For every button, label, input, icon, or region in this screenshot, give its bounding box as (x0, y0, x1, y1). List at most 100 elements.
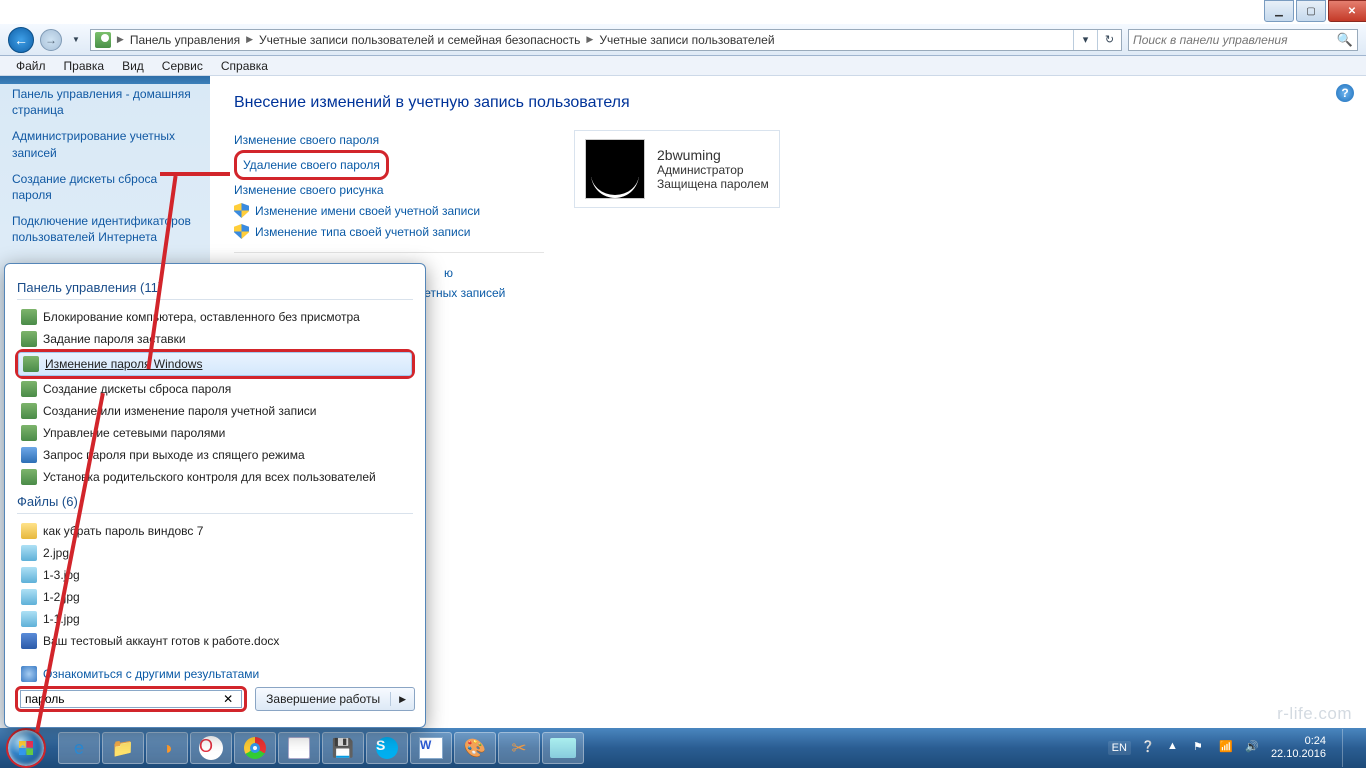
sm-item[interactable]: Управление сетевыми паролями (17, 422, 413, 444)
taskbar-opera[interactable]: O (190, 732, 232, 764)
forward-button[interactable]: → (40, 29, 62, 51)
search-input[interactable] (1133, 33, 1333, 47)
power-icon (21, 447, 37, 463)
control-icon (21, 381, 37, 397)
start-button[interactable] (6, 728, 46, 768)
clock[interactable]: 0:24 22.10.2016 (1271, 735, 1326, 761)
document-icon (21, 633, 37, 649)
language-indicator[interactable]: EN (1108, 741, 1131, 755)
menu-bar: Файл Правка Вид Сервис Справка (0, 56, 1366, 76)
system-tray: EN ❔ ▲ ⚑ 📶 🔊 0:24 22.10.2016 (1108, 729, 1360, 767)
dropdown-icon[interactable]: ▾ (1073, 29, 1097, 51)
sidebar-link-home[interactable]: Панель управления - домашняя страница (12, 86, 198, 118)
sm-group-heading: Панель управления (11) (17, 280, 413, 300)
control-icon (21, 309, 37, 325)
link-change-type[interactable]: Изменение типа своей учетной записи (234, 221, 544, 242)
annotation-highlight: пароль ✕ (15, 686, 247, 712)
shutdown-button[interactable]: Завершение работы ▶ (255, 687, 415, 711)
sidebar-link-manage[interactable]: Администрирование учетных записей (12, 128, 198, 160)
link-change-picture[interactable]: Изменение своего рисунка (234, 180, 544, 200)
sm-search-input[interactable]: пароль ✕ (20, 690, 242, 708)
taskbar-chrome[interactable] (234, 732, 276, 764)
maximize-button[interactable]: ▢ (1296, 0, 1326, 22)
link-remove-password[interactable]: Удаление своего пароля (243, 155, 380, 175)
taskbar: e 📁 ◑ O 💾 S W 🎨 ✂ EN ❔ ▲ ⚑ 📶 🔊 0:24 22.1… (0, 728, 1366, 768)
user-status: Защищена паролем (657, 177, 769, 191)
taskbar-paint[interactable]: 🎨 (454, 732, 496, 764)
minimize-button[interactable]: ▁ (1264, 0, 1294, 22)
control-panel-icon (95, 32, 111, 48)
chevron-right-icon: ▶ (244, 34, 255, 45)
close-button[interactable]: ✕ (1328, 0, 1366, 22)
history-dropdown[interactable]: ▼ (68, 35, 84, 44)
back-button[interactable]: ← (8, 27, 34, 53)
clear-icon[interactable]: ✕ (219, 692, 237, 706)
chevron-right-icon[interactable]: ▶ (391, 694, 414, 705)
taskbar-wmp[interactable]: ◑ (146, 732, 188, 764)
sm-group-heading: Файлы (6) (17, 494, 413, 514)
sm-item[interactable]: Запрос пароля при выходе из спящего режи… (17, 444, 413, 466)
link-change-password[interactable]: Изменение своего пароля (234, 130, 544, 150)
task-icons: e 📁 ◑ O 💾 S W 🎨 ✂ (58, 732, 584, 764)
window-controls: ▁ ▢ ✕ (1264, 0, 1366, 22)
chevron-right-icon: ▶ (115, 34, 126, 45)
user-role: Администратор (657, 163, 769, 177)
link-partial-1[interactable]: ю (444, 263, 544, 283)
menu-edit[interactable]: Правка (56, 58, 113, 74)
sm-item-change-password[interactable]: Изменение пароля Windows (18, 352, 412, 376)
sm-item[interactable]: Создание дискеты сброса пароля (17, 378, 413, 400)
tray-chevron-up-icon[interactable]: ▲ (1167, 740, 1183, 756)
refresh-button[interactable]: ↻ (1097, 29, 1121, 51)
taskbar-notepad[interactable] (278, 732, 320, 764)
sm-item[interactable]: Ваш тестовый аккаунт готов к работе.docx (17, 630, 413, 652)
help-icon[interactable]: ? (1336, 84, 1354, 102)
control-icon (21, 469, 37, 485)
sm-item[interactable]: Установка родительского контроля для все… (17, 466, 413, 488)
image-icon (21, 545, 37, 561)
taskbar-ie[interactable]: e (58, 732, 100, 764)
address-bar[interactable]: ▶ Панель управления ▶ Учетные записи пол… (90, 29, 1122, 51)
sm-item[interactable]: 2.jpg (17, 542, 413, 564)
annotation-highlight: Изменение пароля Windows (15, 349, 415, 379)
tray-network-icon[interactable]: 📶 (1219, 740, 1235, 756)
taskbar-skype[interactable]: S (366, 732, 408, 764)
taskbar-word[interactable]: W (410, 732, 452, 764)
breadcrumb-segment[interactable]: Учетные записи пользователей (595, 30, 778, 50)
search-box[interactable]: 🔍 (1128, 29, 1358, 51)
breadcrumb-segment[interactable]: Учетные записи пользователей и семейная … (255, 30, 584, 50)
tray-help-icon[interactable]: ❔ (1141, 740, 1157, 756)
taskbar-photos[interactable] (542, 732, 584, 764)
taskbar-save[interactable]: 💾 (322, 732, 364, 764)
sm-item[interactable]: Задание пароля заставки (17, 328, 413, 350)
sm-item[interactable]: Блокирование компьютера, оставленного бе… (17, 306, 413, 328)
link-partial-2[interactable]: учетных записей (412, 283, 544, 303)
shield-icon (234, 203, 249, 218)
sm-footer: пароль ✕ Завершение работы ▶ (15, 679, 415, 719)
menu-tools[interactable]: Сервис (154, 58, 211, 74)
menu-view[interactable]: Вид (114, 58, 152, 74)
annotation-line (160, 172, 230, 176)
taskbar-explorer[interactable]: 📁 (102, 732, 144, 764)
divider (234, 252, 544, 253)
sm-item[interactable]: 1-3.jpg (17, 564, 413, 586)
sm-item[interactable]: Создание или изменение пароля учетной за… (17, 400, 413, 422)
control-icon (21, 331, 37, 347)
control-icon (21, 403, 37, 419)
user-name: 2bwuming (657, 147, 769, 163)
show-desktop-button[interactable] (1342, 729, 1354, 767)
chevron-right-icon: ▶ (584, 34, 595, 45)
sm-item[interactable]: 1-2.jpg (17, 586, 413, 608)
breadcrumb-segment[interactable]: Панель управления (126, 30, 244, 50)
taskbar-snip[interactable]: ✂ (498, 732, 540, 764)
link-change-name[interactable]: Изменение имени своей учетной записи (234, 200, 544, 221)
menu-file[interactable]: Файл (8, 58, 54, 74)
image-icon (21, 611, 37, 627)
control-icon (23, 356, 39, 372)
menu-help[interactable]: Справка (213, 58, 276, 74)
page-title: Внесение изменений в учетную запись поль… (234, 94, 1342, 112)
tray-flag-icon[interactable]: ⚑ (1193, 740, 1209, 756)
search-icon[interactable]: 🔍 (1337, 32, 1353, 48)
tray-volume-icon[interactable]: 🔊 (1245, 740, 1261, 756)
sm-item[interactable]: 1-1.jpg (17, 608, 413, 630)
image-icon (21, 589, 37, 605)
